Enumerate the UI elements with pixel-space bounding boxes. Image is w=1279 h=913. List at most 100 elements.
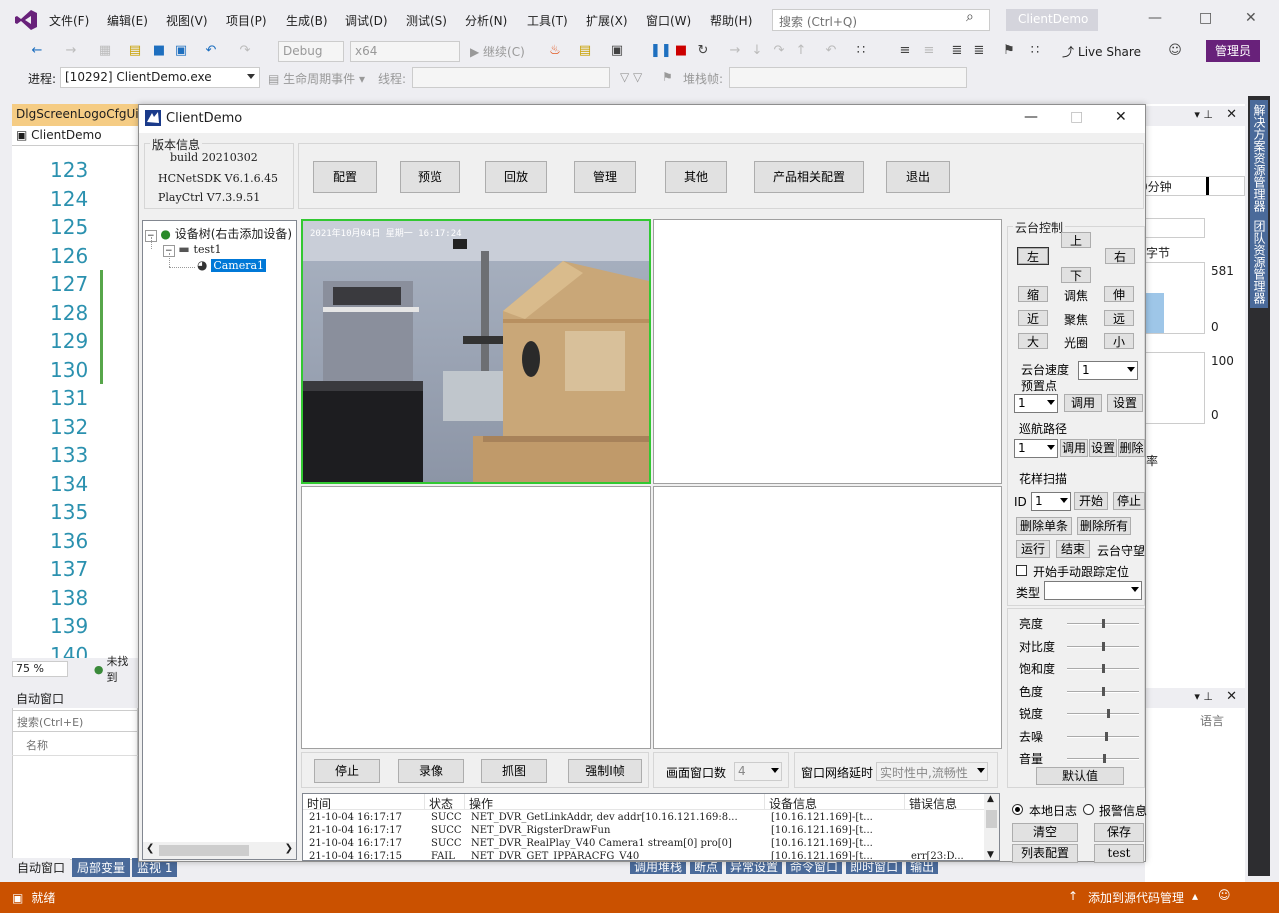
log-vertical-scrollbar[interactable]: ▲ ▼ <box>984 794 999 860</box>
stop-icon[interactable]: ■ <box>672 42 690 60</box>
preset-dropdown[interactable]: 1 <box>1014 394 1058 413</box>
dialog-maximize-icon[interactable]: □ <box>1070 109 1083 125</box>
preset-call-button[interactable]: 调用 <box>1064 394 1102 412</box>
pattern-delete-one-button[interactable]: 删除单条 <box>1016 517 1072 535</box>
source-control-dropdown-icon[interactable]: ▴ <box>1192 889 1198 903</box>
add-source-control-button[interactable]: 添加到源代码管理 <box>1088 889 1184 906</box>
bottom-tab[interactable]: 异常设置 <box>726 860 783 874</box>
thread-dropdown[interactable] <box>412 67 610 88</box>
bottom-tab[interactable]: 局部变量 <box>72 857 131 877</box>
playback-button[interactable]: 回放 <box>485 161 547 193</box>
editor-tab[interactable]: DlgScreenLogoCfgUi <box>12 104 138 126</box>
record-button[interactable]: 录像 <box>398 759 464 783</box>
save-log-button[interactable]: 保存 <box>1094 823 1144 842</box>
solution-explorer-tab[interactable]: 解决方案资源管理器 <box>1250 100 1268 216</box>
dialog-minimize-icon[interactable]: — <box>1024 109 1038 125</box>
menu-item[interactable]: 工具(T) <box>527 12 568 29</box>
hex-display-icon[interactable]: ↶ <box>822 42 840 60</box>
restart-icon[interactable]: ↻ <box>694 42 712 60</box>
log-column-header[interactable]: 状态 <box>425 794 465 810</box>
forward-icon[interactable]: → <box>62 42 80 60</box>
ptz-left-button[interactable]: 左 <box>1017 247 1049 265</box>
menu-item[interactable]: 视图(V) <box>166 12 208 29</box>
cruise-dropdown[interactable]: 1 <box>1014 439 1058 458</box>
autos-search-input[interactable]: 搜索(Ctrl+E) <box>12 710 138 732</box>
pattern-run-button[interactable]: 运行 <box>1016 540 1050 558</box>
cruise-call-button[interactable]: 调用 <box>1060 439 1088 457</box>
sharpness-slider-thumb[interactable] <box>1107 709 1110 718</box>
lifecycle-events-button[interactable]: ▤ 生命周期事件 ▾ <box>268 70 365 87</box>
scroll-down-icon[interactable]: ▼ <box>987 850 994 860</box>
pin-icon[interactable]: ▾ ⊥ <box>1194 108 1213 121</box>
exit-button[interactable]: 退出 <box>886 161 950 193</box>
volume-slider-thumb[interactable] <box>1103 754 1106 763</box>
save-icon[interactable]: ■ <box>150 42 168 60</box>
menu-item[interactable]: 生成(B) <box>286 12 328 29</box>
pattern-start-button[interactable]: 开始 <box>1074 492 1108 510</box>
video-pane-2[interactable] <box>653 219 1002 484</box>
device-tree[interactable]: − ● 设备树(右击添加设备) − ▬ test1 ◕ Camera1 <box>142 220 297 860</box>
ptz-down-button[interactable]: 下 <box>1061 267 1091 283</box>
open-icon[interactable]: ▤ <box>126 42 144 60</box>
menu-item[interactable]: 测试(S) <box>406 12 447 29</box>
saturation-slider-thumb[interactable] <box>1102 664 1105 673</box>
cruise-delete-button[interactable]: 删除 <box>1118 439 1145 457</box>
log-column-header[interactable]: 错误信息 <box>905 794 985 810</box>
close-panel-icon[interactable]: ✕ <box>1226 107 1237 122</box>
menu-item[interactable]: 编辑(E) <box>107 12 148 29</box>
scroll-up-icon[interactable]: ▲ <box>987 794 994 804</box>
minimize-icon[interactable]: — <box>1148 10 1162 26</box>
tree-root[interactable]: − ● 设备树(右击添加设备) <box>145 225 292 242</box>
outdent-icon[interactable]: ≣ <box>970 42 988 60</box>
denoise-slider-thumb[interactable] <box>1105 731 1108 741</box>
test-button[interactable]: test <box>1094 844 1144 863</box>
pattern-end-button[interactable]: 结束 <box>1056 540 1090 558</box>
continue-button[interactable]: ▶ 继续(C) <box>470 43 525 60</box>
pause-icon[interactable]: ❚❚ <box>650 42 672 60</box>
vs-search-input[interactable]: 搜索 (Ctrl+Q) <box>772 9 990 31</box>
video-pane-4[interactable] <box>653 486 1002 749</box>
bookmark-list-icon[interactable]: ∷ <box>1026 42 1044 60</box>
stackframe-dropdown[interactable] <box>729 67 967 88</box>
contrast-slider-thumb[interactable] <box>1102 641 1105 651</box>
preview-button[interactable]: 预览 <box>400 161 460 193</box>
uncomment-icon[interactable]: ≡ <box>920 42 938 60</box>
menu-item[interactable]: 调试(D) <box>345 12 388 29</box>
search-icon[interactable]: ⌕ <box>966 9 974 25</box>
editor-navigation-bar[interactable]: ▣ ClientDemo <box>12 126 138 146</box>
step-into-icon[interactable]: ↓ <box>748 42 766 60</box>
tree-device[interactable]: − ▬ test1 <box>163 242 222 257</box>
process-dropdown[interactable]: [10292] ClientDemo.exe <box>60 67 260 88</box>
bottom-tab[interactable]: 输出 <box>906 860 939 874</box>
menu-item[interactable]: 分析(N) <box>465 12 507 29</box>
scroll-left-icon[interactable]: ❮ <box>146 843 154 854</box>
screenshot-icon[interactable]: ▣ <box>608 42 626 60</box>
back-icon[interactable]: ← <box>28 42 46 60</box>
sharpness-slider[interactable] <box>1067 709 1139 718</box>
zoom-dropdown[interactable]: 75 % <box>12 661 68 677</box>
diagnostics-icon[interactable]: ▤ <box>576 42 594 60</box>
bottom-tab[interactable]: 即时窗口 <box>846 860 903 874</box>
capture-button[interactable]: 抓图 <box>481 759 547 783</box>
brightness-slider-thumb[interactable] <box>1102 619 1105 628</box>
manage-button[interactable]: 管理 <box>574 161 636 193</box>
hue-slider[interactable] <box>1067 686 1139 696</box>
code-editor[interactable]: 123 124 125 126 127 128 129 130 131 132 133 134 135 1… <box>12 146 138 658</box>
bottom-tab[interactable]: 自动窗口 <box>12 857 71 877</box>
iris-close-button[interactable]: 小 <box>1104 333 1134 349</box>
iris-open-button[interactable]: 大 <box>1018 333 1048 349</box>
clear-log-button[interactable]: 清空 <box>1012 823 1078 842</box>
log-column-header[interactable]: 操作 <box>465 794 765 810</box>
tree-horizontal-scrollbar[interactable]: ❮ ❯ <box>143 842 296 859</box>
config-button[interactable]: 配置 <box>313 161 377 193</box>
feedback-icon[interactable]: ☺ <box>1166 42 1184 60</box>
preset-set-button[interactable]: 设置 <box>1107 394 1143 412</box>
save-all-icon[interactable]: ▣ <box>172 42 190 60</box>
step-over-icon[interactable]: ↷ <box>770 42 788 60</box>
bottom-tab[interactable]: 调用堆栈 <box>630 860 687 874</box>
focus-far-button[interactable]: 远 <box>1104 310 1134 326</box>
ptz-right-button[interactable]: 右 <box>1105 248 1135 264</box>
menu-item[interactable]: 文件(F) <box>49 12 89 29</box>
video-pane-1[interactable] <box>301 219 651 484</box>
bottom-tab[interactable]: 断点 <box>690 860 723 874</box>
